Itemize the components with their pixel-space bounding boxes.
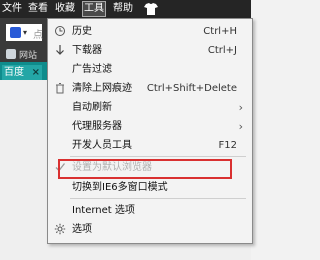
clock-icon — [55, 26, 65, 36]
menu-item-label: 开发人员工具 — [72, 140, 132, 151]
shortcut-text: F12 — [218, 140, 237, 151]
close-icon[interactable]: × — [32, 65, 40, 80]
gear-icon — [54, 223, 66, 235]
paw-icon — [10, 27, 21, 38]
menu-file[interactable]: 文件 — [2, 2, 22, 16]
menu-separator — [70, 198, 246, 199]
menu-item-auto-refresh[interactable]: 自动刷新 › — [48, 98, 252, 117]
favorites-bar-item[interactable]: 网站 — [6, 48, 37, 61]
menu-item-label: 代理服务器 — [72, 121, 122, 132]
menu-item-label: 历史 — [72, 26, 92, 37]
menu-help[interactable]: 帮助 — [113, 2, 133, 16]
menu-item-internet-options[interactable]: Internet 选项 — [48, 201, 252, 220]
menu-item-options[interactable]: 选项 — [48, 220, 252, 239]
menu-tools[interactable]: 工具 — [82, 1, 106, 17]
menu-item-label: 广告过滤 — [72, 64, 112, 75]
shortcut-text: Ctrl+J — [207, 45, 237, 56]
trash-icon — [56, 83, 64, 94]
site-icon — [6, 49, 16, 59]
address-bar[interactable]: ▾ 点 — [6, 24, 43, 41]
menu-item-history[interactable]: 历史 Ctrl+H — [48, 22, 252, 41]
address-text: 点 — [33, 30, 43, 41]
tab-baidu[interactable]: 百度 × — [2, 65, 42, 80]
menu-item-label: Internet 选项 — [72, 205, 135, 216]
chevron-right-icon: › — [238, 101, 243, 114]
menu-item-dev-tools[interactable]: 开发人员工具 F12 — [48, 136, 252, 155]
skin-icon[interactable] — [143, 2, 159, 16]
menu-item-label: 选项 — [72, 224, 92, 235]
menu-item-downloader[interactable]: 下载器 Ctrl+J — [48, 41, 252, 60]
menu-item-label: 自动刷新 — [72, 102, 112, 113]
tab-label: 百度 — [4, 67, 24, 78]
menu-view[interactable]: 查看 — [28, 2, 48, 16]
menu-item-proxy[interactable]: 代理服务器 › — [48, 117, 252, 136]
shortcut-text: Ctrl+Shift+Delete — [146, 83, 237, 94]
red-highlight-box — [58, 159, 232, 179]
chevron-right-icon: › — [238, 120, 243, 133]
chevron-down-icon[interactable]: ▾ — [23, 28, 27, 37]
menu-item-clear-traces[interactable]: 清除上网痕迹 Ctrl+Shift+Delete — [48, 79, 252, 98]
menu-favorites[interactable]: 收藏 — [55, 2, 75, 16]
menu-item-label: 下载器 — [72, 45, 102, 56]
download-icon — [56, 45, 64, 55]
favorites-label: 网站 — [19, 51, 38, 61]
menu-separator — [70, 156, 246, 157]
shortcut-text: Ctrl+H — [203, 26, 237, 37]
menu-item-label: 清除上网痕迹 — [72, 83, 132, 94]
menubar: 文件 查看 收藏 工具 帮助 — [0, 0, 251, 18]
menu-item-label: 切换到IE6多窗口模式 — [72, 182, 168, 193]
menu-item-ad-filter[interactable]: 广告过滤 — [48, 60, 252, 79]
tools-dropdown-menu: 历史 Ctrl+H 下载器 Ctrl+J 广告过滤 清除上网痕迹 Ctrl+Sh… — [47, 18, 253, 244]
menu-item-ie6-mode[interactable]: 切换到IE6多窗口模式 — [48, 178, 252, 197]
